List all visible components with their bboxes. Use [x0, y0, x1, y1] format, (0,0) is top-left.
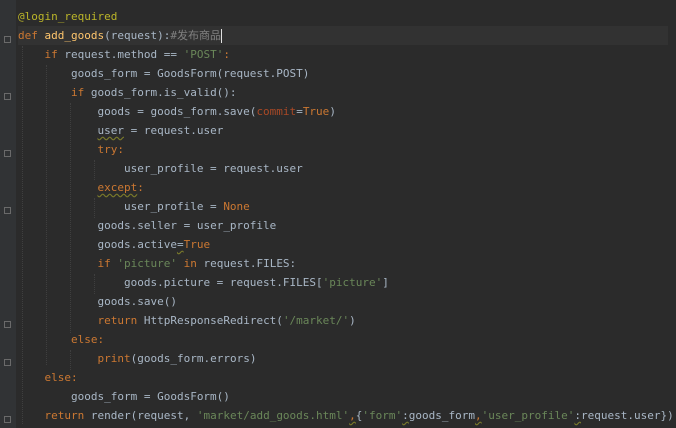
code-line-18[interactable]: else: — [18, 330, 668, 349]
code-line-15[interactable]: goods.picture = request.FILES['picture'] — [18, 273, 668, 292]
code-line-9[interactable]: user_profile = request.user — [18, 159, 668, 178]
code-line-8[interactable]: try: — [18, 140, 668, 159]
code-line-10[interactable]: except: — [18, 178, 668, 197]
code-comment: #发布商品 — [170, 29, 221, 42]
decorator: @login_required — [18, 10, 118, 23]
code-line-3[interactable]: if request.method == 'POST': — [18, 45, 668, 64]
code-line-16[interactable]: goods.save() — [18, 292, 668, 311]
code-line-17[interactable]: return HttpResponseRedirect('/market/') — [18, 311, 668, 330]
fold-marker-if-valid[interactable] — [4, 93, 11, 100]
text-caret — [220, 29, 222, 43]
code-line-14[interactable]: if 'picture' in request.FILES: — [18, 254, 668, 273]
code-line-2[interactable]: def add_goods(request):#发布商品 — [18, 26, 668, 45]
code-line-7[interactable]: user = request.user — [18, 121, 668, 140]
code-line-5[interactable]: if goods_form.is_valid(): — [18, 83, 668, 102]
fold-marker-try[interactable] — [4, 150, 11, 157]
fold-marker-render[interactable] — [4, 416, 11, 423]
function-name: add_goods — [44, 29, 105, 42]
code-line-22[interactable]: return render(request, 'market/add_goods… — [18, 406, 674, 425]
code-line-12[interactable]: goods.seller = user_profile — [18, 216, 668, 235]
code-line-4[interactable]: goods_form = GoodsForm(request.POST) — [18, 64, 668, 83]
code-editor[interactable]: @login_required def add_goods(request):#… — [0, 0, 676, 428]
fold-marker-except[interactable] — [4, 207, 11, 214]
code-line-21[interactable]: goods_form = GoodsForm() — [18, 387, 668, 406]
code-line-20[interactable]: else: — [18, 368, 668, 387]
fold-marker-return[interactable] — [4, 321, 11, 328]
code-line-1[interactable]: @login_required — [18, 7, 668, 26]
code-line-19[interactable]: print(goods_form.errors) — [18, 349, 668, 368]
code-line-11[interactable]: user_profile = None — [18, 197, 668, 216]
fold-marker-else[interactable] — [4, 359, 11, 366]
code-line-13[interactable]: goods.active=True — [18, 235, 668, 254]
code-line-6[interactable]: goods = goods_form.save(commit=True) — [18, 102, 668, 121]
fold-marker-def[interactable] — [4, 36, 11, 43]
